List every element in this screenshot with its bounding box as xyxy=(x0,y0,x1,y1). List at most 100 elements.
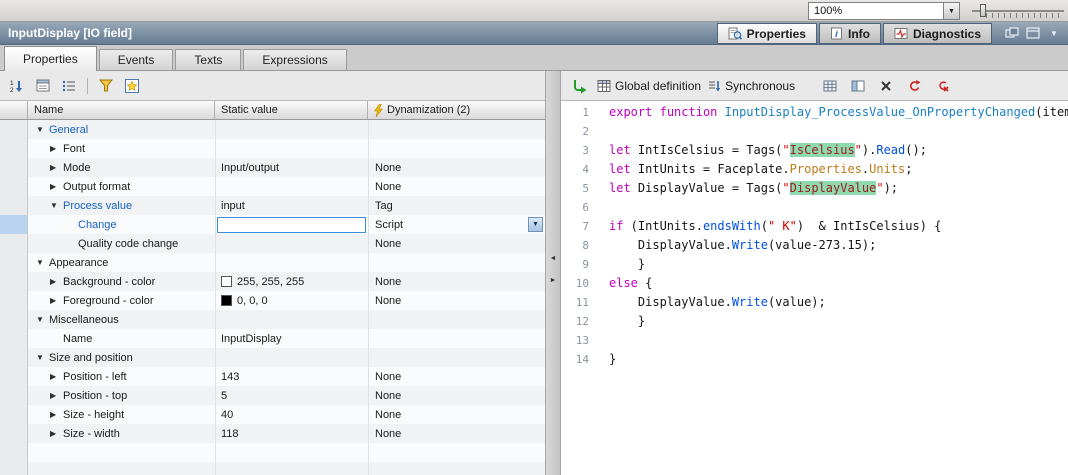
dynamization-cell[interactable]: None xyxy=(368,386,545,405)
dynamization-cell[interactable] xyxy=(368,120,545,139)
property-name-cell[interactable]: ▶Output format xyxy=(28,177,215,196)
collapse-right-icon[interactable]: ► xyxy=(547,271,559,289)
code-line[interactable]: 3let IntIsCelsius = Tags("IsCelsius").Re… xyxy=(561,141,1068,160)
filter-icon[interactable] xyxy=(95,75,117,97)
property-name-cell[interactable]: ▼General xyxy=(28,120,215,139)
static-value-cell[interactable]: 118 xyxy=(215,424,368,443)
dynamization-cell[interactable]: None xyxy=(368,234,545,253)
property-name-cell[interactable]: ▶Position - top xyxy=(28,386,215,405)
static-value-cell[interactable] xyxy=(215,348,368,367)
dynamization-cell[interactable] xyxy=(368,310,545,329)
table-row[interactable]: NameInputDisplay xyxy=(0,329,545,348)
synchronous-button[interactable]: Synchronous xyxy=(707,79,795,93)
table-row[interactable]: ▶Size - height40None xyxy=(0,405,545,424)
global-definition-button[interactable]: Global definition xyxy=(597,79,701,93)
property-name-cell[interactable]: ▶Font xyxy=(28,139,215,158)
color-swatch[interactable] xyxy=(221,295,232,306)
revert-icon[interactable] xyxy=(903,75,925,97)
expand-icon[interactable]: ▶ xyxy=(50,163,63,172)
dynamization-cell[interactable]: None xyxy=(368,367,545,386)
code-editor[interactable]: 1export function InputDisplay_ProcessVal… xyxy=(561,101,1068,475)
static-value-cell[interactable]: 255, 255, 255 xyxy=(215,272,368,291)
collapse-icon[interactable]: ▼ xyxy=(36,125,49,134)
tab-expressions[interactable]: Expressions xyxy=(243,49,346,70)
header-static-value[interactable]: Static value xyxy=(215,101,368,119)
table-row[interactable]: ▶Position - top5None xyxy=(0,386,545,405)
property-name-cell[interactable]: ▶Background - color xyxy=(28,272,215,291)
property-name-cell[interactable]: ▼Process value xyxy=(28,196,215,215)
table-row[interactable]: ▶ModeInput/outputNone xyxy=(0,158,545,177)
collapse-icon[interactable]: ▼ xyxy=(50,201,63,210)
table-row[interactable]: ▶Size - width118None xyxy=(0,424,545,443)
tab-texts[interactable]: Texts xyxy=(175,49,241,70)
static-value-cell[interactable]: 40 xyxy=(215,405,368,424)
details-icon[interactable] xyxy=(32,75,54,97)
table-row[interactable]: ▶Position - left143None xyxy=(0,367,545,386)
dynamization-cell[interactable] xyxy=(368,253,545,272)
table-row[interactable]: ▼Miscellaneous xyxy=(0,310,545,329)
chevron-down-icon[interactable]: ▼ xyxy=(1046,26,1062,40)
table-row[interactable]: ▼Process valueinputTag xyxy=(0,196,545,215)
expand-icon[interactable]: ▶ xyxy=(50,182,63,191)
table-row[interactable]: ▶Output format None xyxy=(0,177,545,196)
property-name-cell[interactable]: ▶Size - width xyxy=(28,424,215,443)
static-value-cell[interactable] xyxy=(215,253,368,272)
code-line[interactable]: 1export function InputDisplay_ProcessVal… xyxy=(561,103,1068,122)
collapse-icon[interactable]: ▼ xyxy=(36,315,49,324)
code-line[interactable]: 4let IntUnits = Faceplate.Properties.Uni… xyxy=(561,160,1068,179)
dynamization-cell[interactable]: Tag xyxy=(368,196,545,215)
expand-icon[interactable]: ▶ xyxy=(50,410,63,419)
expand-icon[interactable]: ▶ xyxy=(50,391,63,400)
table-row[interactable]: Quality code change None xyxy=(0,234,545,253)
rollup-icon[interactable] xyxy=(1025,26,1041,40)
property-name-cell[interactable]: Quality code change xyxy=(28,234,215,253)
table-row[interactable]: ▼General xyxy=(0,120,545,139)
code-line[interactable]: 6 xyxy=(561,198,1068,217)
dynamization-cell[interactable]: Script▼ xyxy=(368,215,545,234)
static-value-input[interactable] xyxy=(217,217,366,233)
static-value-cell[interactable] xyxy=(215,310,368,329)
code-line[interactable]: 9 } xyxy=(561,255,1068,274)
property-name-cell[interactable]: ▶Foreground - color xyxy=(28,291,215,310)
expand-icon[interactable]: ▶ xyxy=(50,429,63,438)
panel-tab-properties[interactable]: Properties xyxy=(717,23,817,44)
header-name[interactable]: Name xyxy=(28,101,215,119)
zoom-slider[interactable] xyxy=(972,4,1064,18)
static-value-cell[interactable] xyxy=(215,139,368,158)
dynamization-cell[interactable]: None xyxy=(368,177,545,196)
collapse-icon[interactable]: ▼ xyxy=(36,258,49,267)
table-row[interactable]: ▼Appearance xyxy=(0,253,545,272)
tab-properties[interactable]: Properties xyxy=(4,46,97,71)
property-name-cell[interactable]: ▶Mode xyxy=(28,158,215,177)
code-line[interactable]: 14} xyxy=(561,350,1068,369)
property-name-cell[interactable]: ▶Size - height xyxy=(28,405,215,424)
zoom-dropdown-icon[interactable]: ▼ xyxy=(943,3,959,19)
sort-icon[interactable]: 12 xyxy=(6,75,28,97)
property-name-cell[interactable]: ▼Appearance xyxy=(28,253,215,272)
code-line[interactable]: 2 xyxy=(561,122,1068,141)
dynamization-cell[interactable]: None xyxy=(368,272,545,291)
table-row[interactable]: Change Script▼ xyxy=(0,215,545,234)
zoom-slider-thumb[interactable] xyxy=(980,4,986,17)
expand-icon[interactable]: ▶ xyxy=(50,277,63,286)
property-name-cell[interactable]: ▼Miscellaneous xyxy=(28,310,215,329)
delete-icon[interactable] xyxy=(875,75,897,97)
static-value-cell[interactable]: 143 xyxy=(215,367,368,386)
property-name-cell[interactable]: ▶Position - left xyxy=(28,367,215,386)
property-name-cell[interactable]: Change xyxy=(28,215,215,234)
code-line[interactable]: 12 } xyxy=(561,312,1068,331)
code-line[interactable]: 5let DisplayValue = Tags("DisplayValue")… xyxy=(561,179,1068,198)
table-row[interactable]: ▶Background - color255, 255, 255None xyxy=(0,272,545,291)
expand-icon[interactable]: ▶ xyxy=(50,372,63,381)
static-value-cell[interactable]: 0, 0, 0 xyxy=(215,291,368,310)
expand-icon[interactable]: ▶ xyxy=(50,144,63,153)
static-value-cell[interactable] xyxy=(215,215,368,234)
list-view-icon[interactable] xyxy=(58,75,80,97)
property-name-cell[interactable]: ▼Size and position xyxy=(28,348,215,367)
code-line[interactable]: 10else { xyxy=(561,274,1068,293)
code-line[interactable]: 11 DisplayValue.Write(value); xyxy=(561,293,1068,312)
remove-icon[interactable] xyxy=(931,75,953,97)
collapse-icon[interactable]: ▼ xyxy=(36,353,49,362)
dynamization-cell[interactable] xyxy=(368,139,545,158)
static-value-cell[interactable]: input xyxy=(215,196,368,215)
